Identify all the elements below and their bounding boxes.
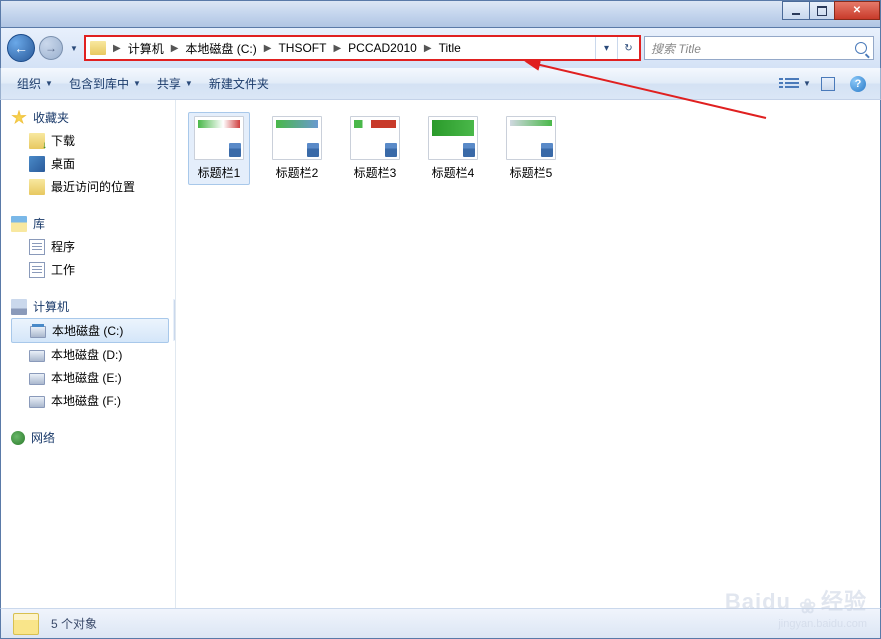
- breadcrumb-segment[interactable]: THSOFT: [276, 41, 328, 55]
- file-item[interactable]: 标题栏3: [344, 112, 406, 185]
- file-item[interactable]: 标题栏1: [188, 112, 250, 185]
- star-icon: [11, 110, 27, 126]
- help-button[interactable]: ?: [844, 72, 872, 96]
- sidebar-item-drive-e[interactable]: 本地磁盘 (E:): [11, 366, 175, 389]
- desktop-icon: [29, 156, 45, 172]
- minimize-button[interactable]: [782, 1, 810, 20]
- nav-bar: ← → ▼ ▶ 计算机 ▶ 本地磁盘 (C:) ▶ THSOFT ▶ PCCAD…: [0, 28, 881, 68]
- file-item[interactable]: 标题栏4: [422, 112, 484, 185]
- history-dropdown[interactable]: ▼: [67, 37, 81, 59]
- file-name: 标题栏5: [510, 164, 553, 181]
- sidebar-libraries-header[interactable]: 库: [11, 212, 175, 235]
- breadcrumb-segment[interactable]: Title: [437, 41, 463, 55]
- file-thumbnail: [506, 116, 556, 160]
- address-dropdown[interactable]: ▾: [595, 37, 617, 59]
- folder-icon: [13, 613, 39, 635]
- maximize-button[interactable]: [809, 1, 835, 20]
- drive-icon: [29, 396, 45, 408]
- document-icon: [29, 239, 45, 255]
- breadcrumb-separator: ▶: [166, 43, 184, 54]
- sidebar-item-drive-d[interactable]: 本地磁盘 (D:): [11, 343, 175, 366]
- search-input[interactable]: 搜索 Title: [644, 36, 874, 60]
- sidebar-item-desktop[interactable]: 桌面: [11, 152, 175, 175]
- recent-icon: [29, 179, 45, 195]
- breadcrumb-segment[interactable]: 计算机: [126, 40, 166, 57]
- file-item[interactable]: 标题栏2: [266, 112, 328, 185]
- file-name: 标题栏1: [198, 164, 241, 181]
- breadcrumb-separator: ▶: [108, 43, 126, 54]
- sidebar-item-programs[interactable]: 程序: [11, 235, 175, 258]
- sidebar-item-downloads[interactable]: 下载: [11, 129, 175, 152]
- address-bar[interactable]: ▶ 计算机 ▶ 本地磁盘 (C:) ▶ THSOFT ▶ PCCAD2010 ▶…: [85, 36, 640, 60]
- network-icon: [11, 431, 25, 445]
- sidebar-network-header[interactable]: 网络: [11, 426, 175, 449]
- back-button[interactable]: ←: [7, 34, 35, 62]
- forward-button[interactable]: →: [39, 36, 63, 60]
- include-in-library-menu[interactable]: 包含到库中▼: [61, 71, 149, 96]
- new-folder-button[interactable]: 新建文件夹: [201, 71, 277, 96]
- preview-pane-icon: [821, 77, 835, 91]
- file-thumbnail: [428, 116, 478, 160]
- sidebar-favorites-header[interactable]: 收藏夹: [11, 106, 175, 129]
- main-area: 收藏夹 下载 桌面 最近访问的位置 库 程序 工作 计算机 本地磁盘 (C:) …: [0, 100, 881, 608]
- help-icon: ?: [850, 76, 866, 92]
- download-icon: [29, 133, 45, 149]
- sidebar-item-drive-f[interactable]: 本地磁盘 (F:): [11, 389, 175, 412]
- status-bar: 5 个对象: [0, 608, 881, 639]
- refresh-button[interactable]: ↻: [617, 37, 639, 59]
- file-thumbnail: [194, 116, 244, 160]
- file-name: 标题栏2: [276, 164, 319, 181]
- preview-pane-button[interactable]: [814, 72, 842, 96]
- drive-icon: [30, 326, 46, 338]
- drive-icon: [29, 373, 45, 385]
- window-titlebar: [0, 0, 881, 28]
- search-placeholder: 搜索 Title: [651, 40, 701, 57]
- computer-icon: [11, 299, 27, 315]
- close-button[interactable]: [834, 1, 880, 20]
- breadcrumb-separator: ▶: [419, 43, 437, 54]
- breadcrumb-segment[interactable]: PCCAD2010: [346, 41, 419, 55]
- library-icon: [11, 216, 27, 232]
- breadcrumb-segment[interactable]: 本地磁盘 (C:): [183, 40, 258, 57]
- file-name: 标题栏4: [432, 164, 475, 181]
- share-menu[interactable]: 共享▼: [149, 71, 201, 96]
- organize-menu[interactable]: 组织▼: [9, 71, 61, 96]
- folder-icon: [90, 41, 106, 55]
- sidebar-item-work[interactable]: 工作: [11, 258, 175, 281]
- command-bar: 组织▼ 包含到库中▼ 共享▼ 新建文件夹 ▼ ?: [0, 68, 881, 100]
- document-icon: [29, 262, 45, 278]
- navigation-pane[interactable]: 收藏夹 下载 桌面 最近访问的位置 库 程序 工作 计算机 本地磁盘 (C:) …: [1, 100, 176, 608]
- breadcrumb-separator: ▶: [259, 43, 277, 54]
- file-name: 标题栏3: [354, 164, 397, 181]
- sidebar-item-drive-c[interactable]: 本地磁盘 (C:): [11, 318, 169, 343]
- drive-icon: [29, 350, 45, 362]
- view-icon: [785, 78, 799, 90]
- status-text: 5 个对象: [51, 615, 97, 632]
- breadcrumb-separator: ▶: [328, 43, 346, 54]
- search-icon: [855, 42, 867, 54]
- sidebar-item-recent[interactable]: 最近访问的位置: [11, 175, 175, 198]
- file-item[interactable]: 标题栏5: [500, 112, 562, 185]
- view-options-button[interactable]: ▼: [784, 72, 812, 96]
- sidebar-computer-header[interactable]: 计算机: [11, 295, 175, 318]
- file-list[interactable]: 标题栏1 标题栏2 标题栏3 标题栏4 标题栏5: [176, 100, 880, 608]
- file-thumbnail: [350, 116, 400, 160]
- file-thumbnail: [272, 116, 322, 160]
